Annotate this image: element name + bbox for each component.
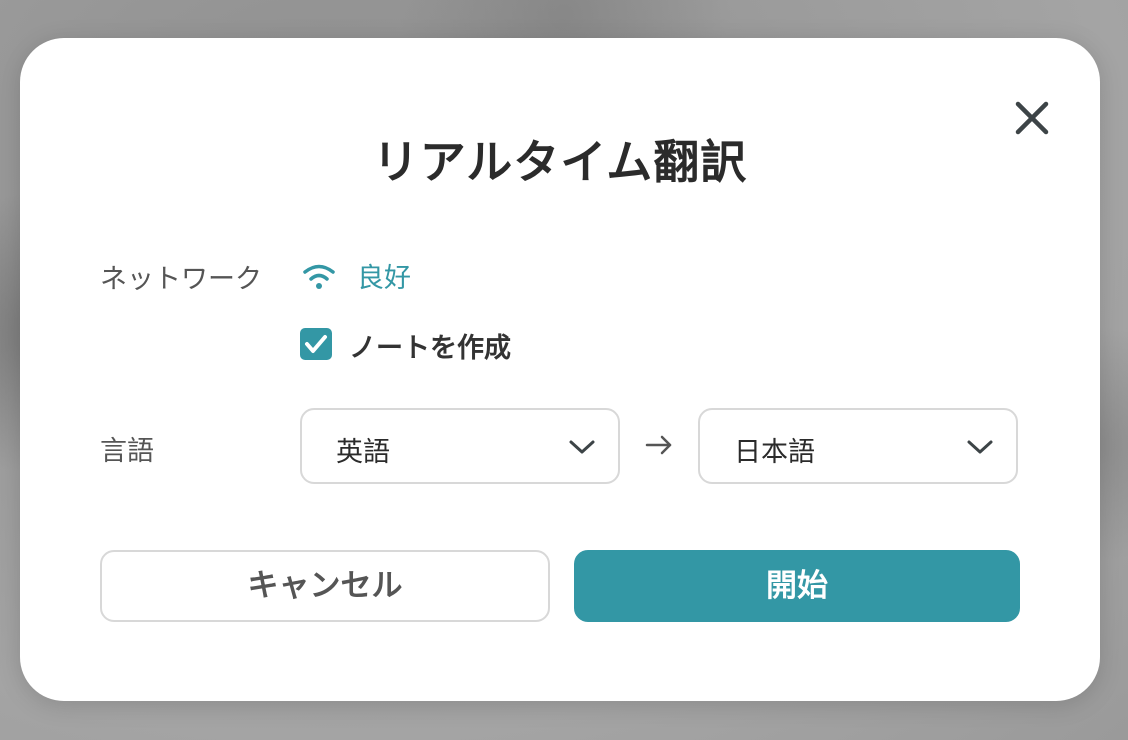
language-label: 言語	[100, 436, 154, 467]
dialog-title: リアルタイム翻訳	[372, 135, 748, 189]
start-button[interactable]: 開始	[574, 550, 1020, 622]
create-note-checkbox[interactable]	[300, 328, 332, 360]
source-language-value: 英語	[336, 437, 390, 468]
source-language-select[interactable]: 英語	[300, 408, 620, 484]
network-label: ネットワーク	[100, 264, 262, 295]
target-language-value: 日本語	[734, 437, 815, 468]
chevron-down-icon	[569, 440, 595, 454]
realtime-translation-dialog: リアルタイム翻訳 ネットワーク 良好 ノートを作成 言語 英語 日本語 キャンセ…	[20, 38, 1100, 701]
create-note-label[interactable]: ノートを作成	[349, 326, 511, 365]
network-status: 良好	[357, 263, 411, 294]
checkmark-icon	[305, 335, 327, 353]
cancel-button[interactable]: キャンセル	[100, 550, 550, 622]
wifi-icon	[303, 264, 335, 289]
target-language-select[interactable]: 日本語	[698, 408, 1018, 484]
arrow-right-icon	[645, 435, 672, 455]
chevron-down-icon	[967, 440, 993, 454]
